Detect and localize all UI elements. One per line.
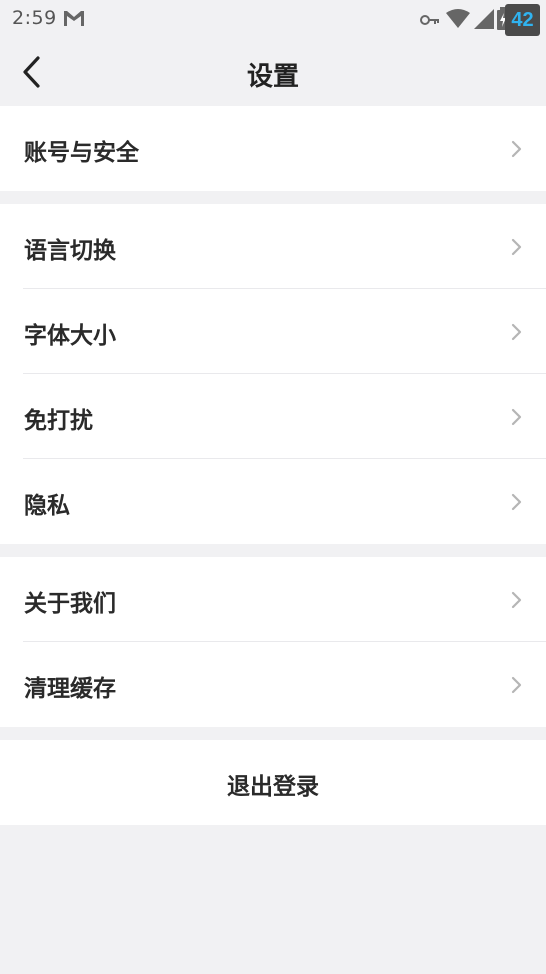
settings-item-clear-cache[interactable]: 清理缓存 [0,642,546,727]
settings-item-label: 关于我们 [24,591,116,617]
settings-item-label: 免打扰 [24,408,93,434]
logout-label: 退出登录 [227,774,319,800]
status-bar: 2:59 42 [0,0,546,38]
notification-badge: 42 [505,4,540,36]
chevron-right-icon [511,238,522,256]
chevron-right-icon [511,140,522,158]
gmail-icon [64,11,84,26]
chevron-right-icon [511,493,522,511]
settings-item-privacy[interactable]: 隐私 [0,459,546,544]
settings-item-font-size[interactable]: 字体大小 [0,289,546,374]
status-time: 2:59 [12,7,57,29]
settings-group-about: 关于我们 清理缓存 [0,557,546,727]
settings-item-label: 语言切换 [24,238,116,264]
settings-item-language[interactable]: 语言切换 [0,204,546,289]
settings-item-label: 字体大小 [24,323,116,349]
chevron-right-icon [511,408,522,426]
nav-bar: 设置 [0,38,546,106]
settings-item-label: 隐私 [24,493,70,519]
settings-item-label: 账号与安全 [24,140,139,166]
settings-item-do-not-disturb[interactable]: 免打扰 [0,374,546,459]
settings-group-account: 账号与安全 [0,106,546,191]
chevron-right-icon [511,676,522,694]
signal-icon [474,9,494,29]
settings-item-about-us[interactable]: 关于我们 [0,557,546,642]
chevron-right-icon [511,323,522,341]
settings-group-general: 语言切换 字体大小 免打扰 隐私 [0,204,546,544]
settings-item-label: 清理缓存 [24,676,116,702]
chevron-right-icon [511,591,522,609]
vpn-key-icon [420,15,439,25]
logout-button[interactable]: 退出登录 [0,740,546,825]
wifi-icon [446,9,470,28]
settings-item-account-security[interactable]: 账号与安全 [0,106,546,191]
page-title: 设置 [246,62,299,92]
